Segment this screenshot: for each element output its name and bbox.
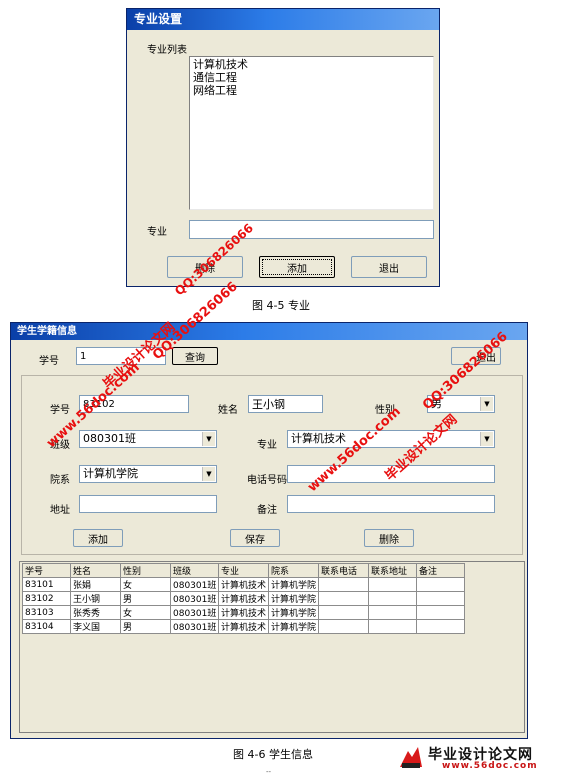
major-value: 计算机技术 bbox=[291, 432, 346, 445]
class-select[interactable]: 080301班 ▼ bbox=[79, 430, 217, 448]
major-dialog-title: 专业设置 bbox=[134, 12, 183, 26]
column-header[interactable]: 院系 bbox=[268, 563, 319, 578]
table-cell[interactable]: 83103 bbox=[22, 605, 71, 620]
major-list-item[interactable]: 计算机技术 bbox=[193, 58, 430, 71]
figure-caption-4-5: 图 4-5 专业 bbox=[252, 299, 310, 312]
chevron-down-icon[interactable]: ▼ bbox=[480, 432, 493, 446]
delete-button[interactable]: 删除 bbox=[364, 529, 414, 547]
table-row[interactable]: 83101 张娟女 080301班 计算机技术 计算机学院 bbox=[22, 577, 465, 592]
major-list-item[interactable]: 网络工程 bbox=[193, 84, 430, 97]
table-cell[interactable]: 计算机技术 bbox=[218, 591, 269, 606]
table-cell[interactable]: 计算机学院 bbox=[268, 619, 319, 634]
table-row[interactable]: 83103 张秀秀女 080301班 计算机技术 计算机学院 bbox=[22, 605, 465, 620]
form-dept-label: 院系 bbox=[50, 475, 70, 486]
query-button[interactable]: 查询 bbox=[172, 347, 218, 365]
major-list-item[interactable]: 通信工程 bbox=[193, 71, 430, 84]
table-cell[interactable] bbox=[318, 605, 369, 620]
table-cell[interactable]: 080301班 bbox=[170, 591, 219, 606]
table-cell[interactable] bbox=[318, 577, 369, 592]
table-cell[interactable] bbox=[318, 591, 369, 606]
table-cell[interactable] bbox=[416, 619, 465, 634]
table-cell[interactable] bbox=[368, 577, 417, 592]
dept-select[interactable]: 计算机学院 ▼ bbox=[79, 465, 217, 483]
column-header[interactable]: 备注 bbox=[416, 563, 465, 578]
site-logo: 毕业设计论文网 www.56doc.com bbox=[398, 744, 558, 772]
table-cell[interactable]: 计算机学院 bbox=[268, 577, 319, 592]
major-select[interactable]: 计算机技术 ▼ bbox=[287, 430, 495, 448]
table-cell[interactable]: 女 bbox=[120, 577, 171, 592]
table-cell[interactable]: 王小钢 bbox=[70, 591, 121, 606]
column-header[interactable]: 专业 bbox=[218, 563, 269, 578]
major-input[interactable] bbox=[189, 220, 434, 239]
table-cell[interactable] bbox=[368, 619, 417, 634]
student-window-titlebar[interactable]: 学生学籍信息 bbox=[11, 323, 527, 340]
add-button[interactable]: 添加 bbox=[259, 256, 335, 278]
chevron-down-icon[interactable]: ▼ bbox=[480, 397, 493, 411]
query-id-label: 学号 bbox=[39, 356, 59, 367]
table-cell[interactable] bbox=[318, 619, 369, 634]
table-cell[interactable] bbox=[416, 605, 465, 620]
table-cell[interactable]: 080301班 bbox=[170, 619, 219, 634]
form-major-label: 专业 bbox=[257, 440, 277, 451]
student-table: 学号 姓名 性别 班级 专业 院系 联系电话 联系地址 备注 83101 张娟女 0… bbox=[22, 563, 465, 634]
table-cell[interactable]: 计算机技术 bbox=[218, 577, 269, 592]
page-number: -- bbox=[266, 768, 272, 776]
column-header[interactable]: 联系地址 bbox=[368, 563, 417, 578]
exit-button[interactable]: 退出 bbox=[351, 256, 427, 278]
table-cell[interactable] bbox=[416, 577, 465, 592]
table-cell[interactable]: 83104 bbox=[22, 619, 71, 634]
student-grid-area[interactable]: 学号 姓名 性别 班级 专业 院系 联系电话 联系地址 备注 83101 张娟女 0… bbox=[19, 561, 525, 733]
form-name-label: 姓名 bbox=[218, 405, 238, 416]
save-button[interactable]: 保存 bbox=[230, 529, 280, 547]
table-cell[interactable]: 李义国 bbox=[70, 619, 121, 634]
column-header[interactable]: 班级 bbox=[170, 563, 219, 578]
table-cell[interactable]: 张娟 bbox=[70, 577, 121, 592]
class-value: 080301班 bbox=[83, 432, 136, 445]
table-cell[interactable] bbox=[368, 591, 417, 606]
table-cell[interactable]: 男 bbox=[120, 591, 171, 606]
form-id-label: 学号 bbox=[50, 405, 70, 416]
chevron-down-icon[interactable]: ▼ bbox=[202, 432, 215, 446]
table-cell[interactable]: 83102 bbox=[22, 591, 71, 606]
table-header-row: 学号 姓名 性别 班级 专业 院系 联系电话 联系地址 备注 bbox=[22, 563, 465, 578]
column-header[interactable]: 学号 bbox=[22, 563, 71, 578]
table-cell[interactable]: 计算机技术 bbox=[218, 619, 269, 634]
student-window-title: 学生学籍信息 bbox=[17, 326, 77, 337]
form-note-label: 备注 bbox=[257, 505, 277, 516]
address-input[interactable] bbox=[79, 495, 217, 513]
table-cell[interactable] bbox=[368, 605, 417, 620]
table-cell[interactable]: 男 bbox=[120, 619, 171, 634]
note-input[interactable] bbox=[287, 495, 495, 513]
table-cell[interactable]: 83101 bbox=[22, 577, 71, 592]
logo-emblem-icon bbox=[400, 747, 422, 768]
table-cell[interactable]: 计算机学院 bbox=[268, 605, 319, 620]
form-phone-label: 电话号码 bbox=[247, 475, 287, 486]
major-dialog-titlebar[interactable]: 专业设置 bbox=[127, 9, 439, 30]
dept-value: 计算机学院 bbox=[83, 467, 138, 480]
major-settings-dialog: 专业设置 专业列表 计算机技术 通信工程 网络工程 专业 删除 添加 退出 bbox=[126, 8, 440, 287]
table-cell[interactable] bbox=[416, 591, 465, 606]
table-row[interactable]: 83102 王小钢男 080301班 计算机技术 计算机学院 bbox=[22, 591, 465, 606]
major-field-label: 专业 bbox=[147, 227, 167, 238]
major-listbox[interactable]: 计算机技术 通信工程 网络工程 bbox=[189, 56, 434, 210]
table-cell[interactable]: 张秀秀 bbox=[70, 605, 121, 620]
table-cell[interactable]: 080301班 bbox=[170, 577, 219, 592]
table-row[interactable]: 83104 李义国男 080301班 计算机技术 计算机学院 bbox=[22, 619, 465, 634]
form-address-label: 地址 bbox=[50, 505, 70, 516]
table-cell[interactable]: 女 bbox=[120, 605, 171, 620]
column-header[interactable]: 姓名 bbox=[70, 563, 121, 578]
table-cell[interactable]: 计算机技术 bbox=[218, 605, 269, 620]
student-name-input[interactable] bbox=[248, 395, 323, 413]
logo-url: www.56doc.com bbox=[442, 761, 538, 771]
table-cell[interactable]: 计算机学院 bbox=[268, 591, 319, 606]
table-cell[interactable]: 080301班 bbox=[170, 605, 219, 620]
column-header[interactable]: 性别 bbox=[120, 563, 171, 578]
chevron-down-icon[interactable]: ▼ bbox=[202, 467, 215, 481]
major-list-label: 专业列表 bbox=[147, 45, 187, 56]
column-header[interactable]: 联系电话 bbox=[318, 563, 369, 578]
add-button[interactable]: 添加 bbox=[73, 529, 123, 547]
